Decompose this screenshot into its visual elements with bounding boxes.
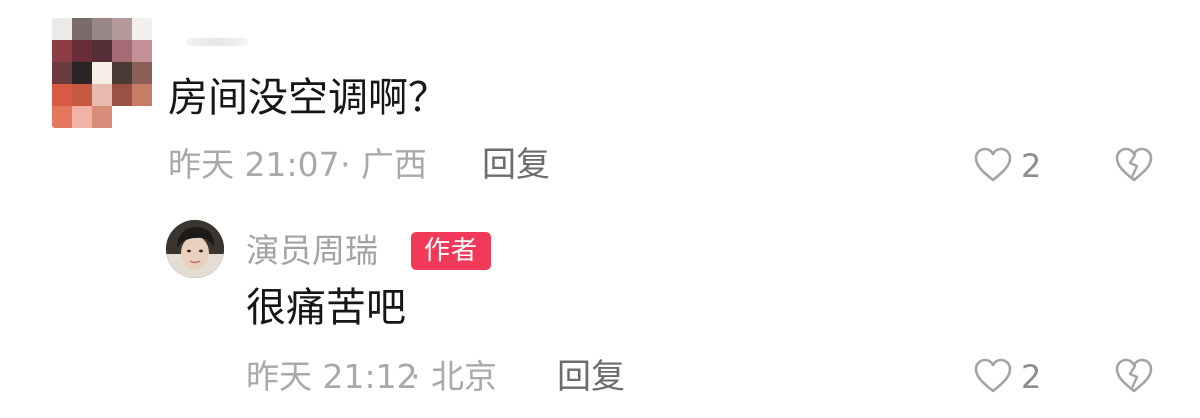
author-avatar[interactable]	[166, 220, 224, 278]
heart-outline-icon[interactable]	[973, 357, 1013, 395]
author-name[interactable]: 演员周瑞	[246, 232, 378, 270]
reply-reply-button[interactable]: 回复	[557, 359, 625, 395]
reply-location: · 北京	[410, 357, 497, 396]
comment-text: 房间没空调啊？	[168, 75, 448, 121]
commenter-avatar[interactable]	[52, 18, 152, 128]
reply-like-count: 2	[1021, 358, 1042, 396]
author-badge: 作者	[411, 232, 491, 270]
broken-heart-icon[interactable]	[1114, 146, 1154, 184]
reply-text: 很痛苦吧	[246, 285, 406, 331]
comment-reply-button[interactable]: 回复	[482, 147, 550, 183]
author-avatar-image	[166, 220, 224, 278]
comment-like-count: 2	[1021, 147, 1042, 185]
commenter-username-blurred[interactable]	[186, 38, 248, 46]
reply-timestamp: 昨天 21:12	[246, 357, 418, 396]
heart-outline-icon[interactable]	[973, 146, 1013, 184]
comment-timestamp: 昨天 21:07	[168, 145, 340, 184]
broken-heart-icon[interactable]	[1114, 357, 1154, 395]
comment-location: · 广西	[340, 145, 427, 184]
